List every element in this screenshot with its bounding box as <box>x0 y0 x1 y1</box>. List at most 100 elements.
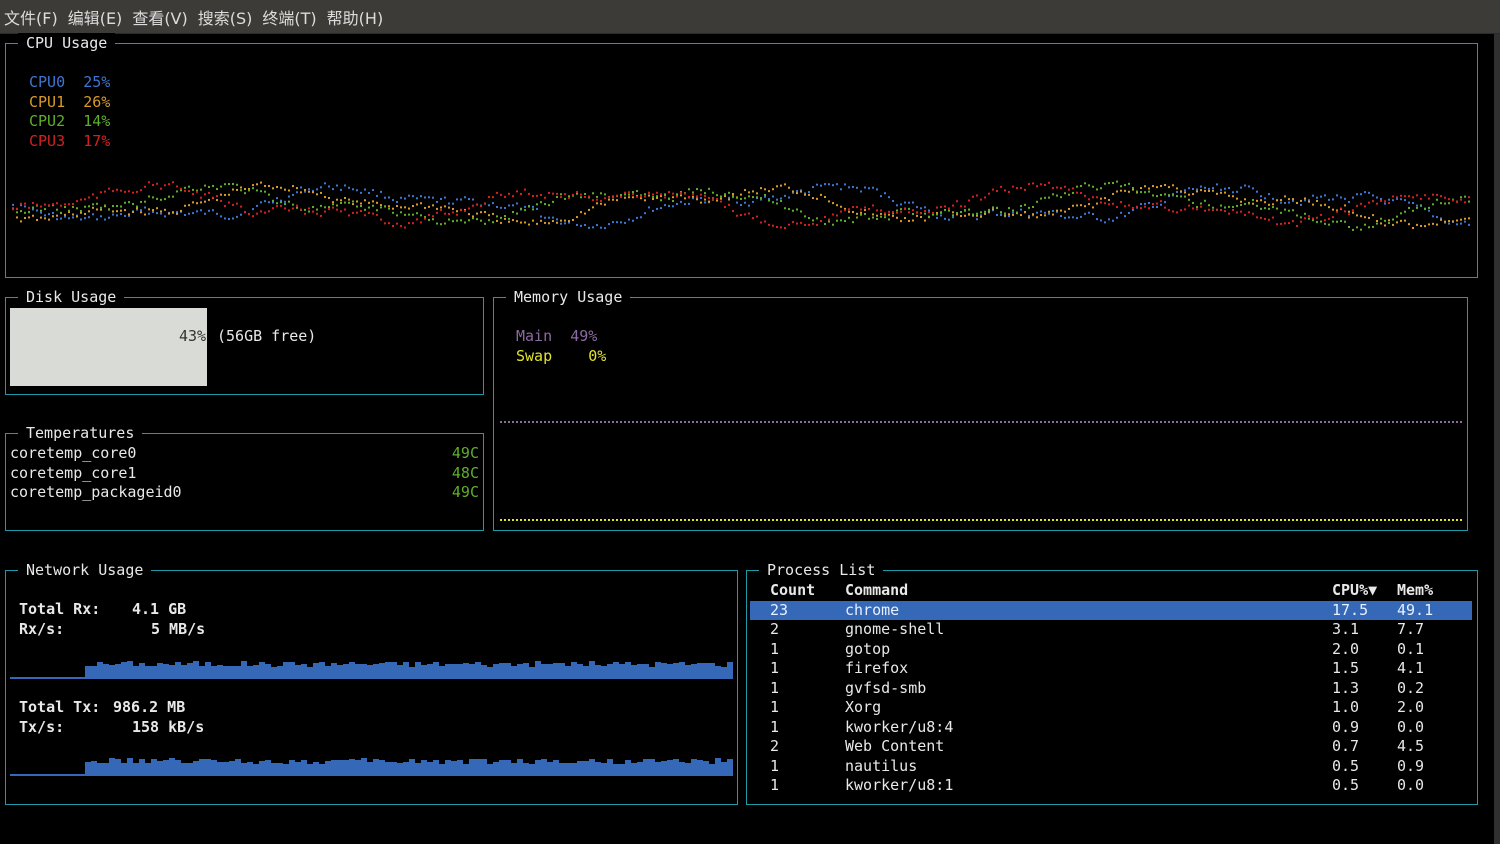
table-row[interactable]: 1 Xorg 1.0 2.0 <box>750 698 1472 718</box>
cpu-point-cpu2 <box>556 196 558 199</box>
table-row[interactable]: 2 gnome-shell 3.1 7.7 <box>750 620 1472 640</box>
cpu-point-cpu1 <box>512 219 514 222</box>
cpu-point-cpu1 <box>520 221 522 224</box>
cpu-point-cpu3 <box>1080 191 1082 194</box>
cpu-point-cpu1 <box>292 185 294 188</box>
process-mem: 0.0 <box>1397 717 1425 736</box>
cpu-point-cpu3 <box>1184 208 1186 211</box>
cpu-point-cpu2 <box>204 184 206 187</box>
table-row[interactable]: 1 kworker/u8:4 0.9 0.0 <box>750 718 1472 738</box>
rx-bar <box>283 662 289 679</box>
cpu-point-cpu3 <box>1140 207 1142 210</box>
cpu-point-cpu3 <box>428 213 430 216</box>
cpu-point-cpu0 <box>1356 193 1358 196</box>
cpu-point-cpu3 <box>272 207 274 210</box>
cpu-point-cpu0 <box>252 208 254 211</box>
cpu-point-cpu1 <box>400 206 402 209</box>
cpu-point-cpu0 <box>924 206 926 209</box>
cpu-point-cpu2 <box>472 217 474 220</box>
cpu-point-cpu3 <box>1128 204 1130 207</box>
menu-terminal[interactable]: 终端(T) <box>262 5 316 29</box>
table-row-selected[interactable]: 23 chrome 17.5 49.1 <box>750 600 1472 620</box>
rx-bar <box>703 663 709 679</box>
table-row[interactable]: 1 kworker/u8:1 0.5 0.0 <box>750 776 1472 796</box>
header-count[interactable]: Count <box>770 581 815 601</box>
cpu-point-cpu1 <box>1048 210 1050 213</box>
cpu-point-cpu0 <box>540 215 542 218</box>
cpu-point-cpu0 <box>1156 206 1158 209</box>
menu-file[interactable]: 文件(F) <box>4 5 58 29</box>
menu-view[interactable]: 查看(V) <box>132 5 187 29</box>
cpu-point-cpu3 <box>68 203 70 206</box>
cpu-point-cpu2 <box>1340 220 1342 223</box>
cpu-point-cpu0 <box>860 190 862 193</box>
table-row[interactable]: 1 firefox 1.5 4.1 <box>750 659 1472 679</box>
cpu-point-cpu2 <box>688 188 690 191</box>
cpu-point-cpu2 <box>388 207 390 210</box>
cpu-point-cpu0 <box>1052 209 1054 212</box>
cpu-point-cpu1 <box>312 191 314 194</box>
cpu-point-cpu1 <box>392 207 394 210</box>
cpu-point-cpu3 <box>356 211 358 214</box>
cpu-point-cpu1 <box>804 193 806 196</box>
cpu0-legend: CPU0 25% <box>29 73 110 93</box>
cpu-point-cpu2 <box>1172 193 1174 196</box>
process-count: 23 <box>770 600 789 619</box>
cpu-point-cpu1 <box>296 187 298 190</box>
menu-search[interactable]: 搜索(S) <box>198 5 253 29</box>
cpu-point-cpu3 <box>784 226 786 229</box>
cpu-point-cpu3 <box>848 208 850 211</box>
menu-edit[interactable]: 编辑(E) <box>68 5 123 29</box>
cpu-point-cpu3 <box>1144 205 1146 208</box>
cpu-point-cpu3 <box>712 198 714 201</box>
cpu-point-cpu2 <box>432 218 434 221</box>
table-row[interactable]: 1 gotop 2.0 0.1 <box>750 640 1472 660</box>
header-cpu-sorted[interactable]: CPU%▼ <box>1332 581 1377 601</box>
cpu-point-cpu0 <box>1112 219 1114 222</box>
rx-bar <box>517 664 523 679</box>
table-row[interactable]: 1 nautilus 0.5 0.9 <box>750 757 1472 777</box>
tx-bar <box>169 758 175 776</box>
cpu-point-cpu1 <box>476 212 478 215</box>
cpu-point-cpu1 <box>1328 206 1330 209</box>
cpu-point-cpu1 <box>1032 213 1034 216</box>
cpu-point-cpu2 <box>1268 207 1270 210</box>
header-command[interactable]: Command <box>845 581 908 601</box>
cpu-point-cpu2 <box>1212 206 1214 209</box>
cpu-point-cpu3 <box>128 190 130 193</box>
rx-bar <box>211 666 217 679</box>
cpu-point-cpu2 <box>1460 196 1462 199</box>
cpu-point-cpu3 <box>772 224 774 227</box>
cpu-point-cpu0 <box>848 186 850 189</box>
menu-help[interactable]: 帮助(H) <box>327 5 384 29</box>
cpu-point-cpu2 <box>928 215 930 218</box>
cpu-point-cpu0 <box>996 213 998 216</box>
cpu-point-cpu0 <box>728 196 730 199</box>
cpu-point-cpu2 <box>1356 226 1358 229</box>
header-mem[interactable]: Mem% <box>1397 581 1433 601</box>
tx-bar <box>403 762 409 776</box>
cpu-point-cpu0 <box>44 214 46 217</box>
cpu-point-cpu1 <box>524 221 526 224</box>
cpu-point-cpu0 <box>236 215 238 218</box>
table-row[interactable]: 1 gvfsd-smb 1.3 0.2 <box>750 679 1472 699</box>
cpu-point-cpu1 <box>764 188 766 191</box>
cpu-point-cpu3 <box>204 193 206 196</box>
cpu-point-cpu1 <box>1284 195 1286 198</box>
cpu-point-cpu0 <box>316 188 318 191</box>
table-row[interactable]: 2 Web Content 0.7 4.5 <box>750 737 1472 757</box>
cpu-point-cpu0 <box>1108 218 1110 221</box>
cpu-point-cpu3 <box>288 209 290 212</box>
cpu-point-cpu1 <box>440 206 442 209</box>
rx-bar <box>589 661 595 679</box>
cpu-point-cpu1 <box>580 211 582 214</box>
cpu-point-cpu0 <box>976 218 978 221</box>
disk-usage-bar <box>10 308 207 386</box>
terminal-scrollbar[interactable] <box>1494 34 1500 844</box>
cpu-point-cpu0 <box>824 183 826 186</box>
cpu-point-cpu0 <box>1040 210 1042 213</box>
cpu-point-cpu0 <box>880 195 882 198</box>
rx-bar <box>331 663 337 679</box>
tx-bar <box>469 759 475 776</box>
cpu-point-cpu1 <box>236 188 238 191</box>
